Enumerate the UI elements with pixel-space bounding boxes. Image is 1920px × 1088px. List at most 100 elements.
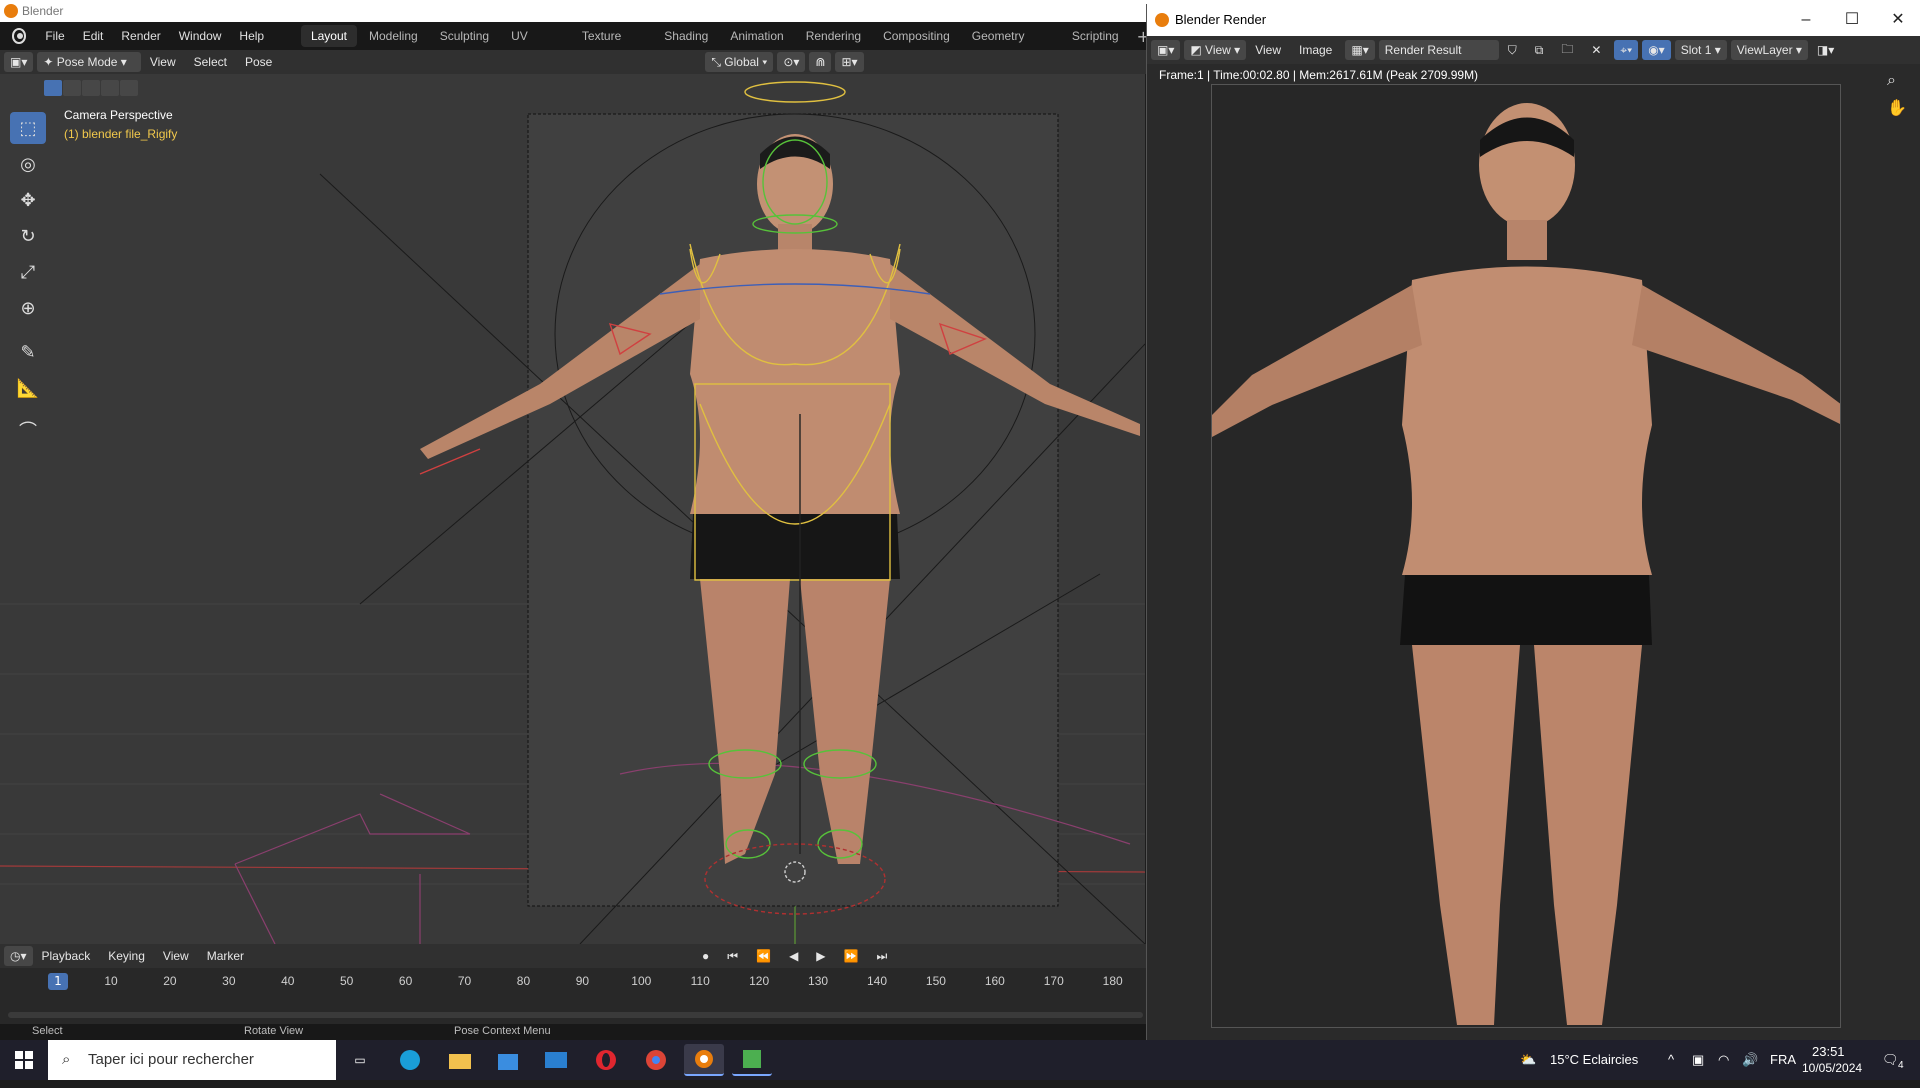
timeline-ruler[interactable]: 1 10 20 30 40 50 60 70 80 90 100 110 120 130 140 150 16… <box>0 968 1150 1024</box>
menu-select[interactable]: Select <box>185 55 236 69</box>
menu-render[interactable]: Render <box>112 29 169 43</box>
menu-file[interactable]: File <box>36 29 73 43</box>
bone-roll-icon[interactable]: ⌒ <box>10 414 46 446</box>
blender-render-taskbar-icon[interactable] <box>732 1044 772 1076</box>
image-name-field[interactable]: Render Result <box>1378 40 1499 60</box>
mode-dropdown[interactable]: ✦ Pose Mode ▾ <box>37 52 141 72</box>
tab-layout[interactable]: Layout <box>300 25 357 47</box>
language-indicator[interactable]: FRA <box>1770 1040 1796 1080</box>
menu-view[interactable]: View <box>141 55 185 69</box>
meet-now-icon[interactable]: ▣ <box>1692 1040 1704 1080</box>
tab-geometry-nodes[interactable]: Geometry Nodes <box>962 25 1060 65</box>
fake-user-icon[interactable]: ⛉ <box>1499 43 1526 58</box>
menu-playback[interactable]: Playback <box>33 949 100 963</box>
blender-taskbar-icon[interactable] <box>684 1044 724 1076</box>
close-icon[interactable]: ✕ <box>1875 4 1920 36</box>
pivot-dropdown[interactable]: ⊙▾ <box>777 52 806 72</box>
opera-icon[interactable] <box>586 1044 626 1076</box>
render-canvas[interactable]: ⌕ ✋ <box>1147 64 1920 1040</box>
tab-modeling[interactable]: Modeling <box>359 25 428 47</box>
notifications-icon[interactable]: 🗨 <box>1882 1040 1899 1080</box>
weather-text[interactable]: 15°C Eclaircies <box>1550 1040 1638 1080</box>
menu-marker[interactable]: Marker <box>198 949 253 963</box>
rotate-icon[interactable]: ↻ <box>10 220 46 252</box>
menu-image[interactable]: Image <box>1290 43 1341 57</box>
slot-dropdown[interactable]: Slot 1 ▾ <box>1674 40 1727 60</box>
editor-type-button[interactable]: ▣▾ <box>4 52 34 72</box>
minimize-icon[interactable]: – <box>1783 4 1829 36</box>
transform-orientation-dropdown[interactable]: ⤡ Global ▾ <box>705 52 774 72</box>
frame-tick: 80 <box>516 974 531 988</box>
tab-texture-paint[interactable]: Texture Paint <box>572 25 652 65</box>
snap-settings-dropdown[interactable]: ⊞▾ <box>835 52 864 72</box>
taskbar-search-input[interactable]: ⌕ Taper ici pour rechercher <box>48 1040 336 1080</box>
view-layer-label: ViewLayer <box>1736 43 1793 57</box>
view-mode-label: View <box>1205 43 1231 57</box>
frame-tick: 90 <box>575 974 590 988</box>
transform-icon[interactable]: ⊕ <box>10 292 46 324</box>
select-mode-buttons[interactable] <box>44 80 138 96</box>
blender-menu-icon[interactable] <box>12 28 27 44</box>
move-icon[interactable]: ✥ <box>10 184 46 216</box>
menu-window[interactable]: Window <box>170 29 231 43</box>
edge-icon[interactable] <box>390 1044 430 1076</box>
frame-tick: 30 <box>222 974 236 988</box>
menu-timeline-view[interactable]: View <box>154 949 198 963</box>
new-image-icon[interactable]: ⧉ <box>1526 43 1553 58</box>
snap-toggle[interactable]: ⋒ <box>809 52 832 72</box>
tray-expand-icon[interactable]: ^ <box>1668 1040 1674 1080</box>
record-icon[interactable]: ● <box>693 949 718 963</box>
open-image-icon[interactable]: 🗀 <box>1552 40 1582 61</box>
store-icon[interactable] <box>488 1044 528 1076</box>
tab-scripting[interactable]: Scripting <box>1062 25 1129 47</box>
chrome-icon[interactable] <box>636 1044 676 1076</box>
volume-icon[interactable]: 🔊 <box>1742 1040 1758 1080</box>
menu-edit[interactable]: Edit <box>74 29 113 43</box>
network-icon[interactable]: ◠ <box>1718 1040 1729 1080</box>
jump-end-icon[interactable]: ⏭ <box>867 949 896 964</box>
tab-rendering[interactable]: Rendering <box>796 25 871 47</box>
menu-help[interactable]: Help <box>230 29 273 43</box>
mail-icon[interactable] <box>536 1044 576 1076</box>
annotate-icon[interactable]: ✎ <box>10 336 46 368</box>
tab-uv-editing[interactable]: UV Editing <box>501 25 570 65</box>
clock-date[interactable]: 10/05/2024 <box>1802 1048 1862 1088</box>
cursor-icon[interactable]: ◎ <box>10 148 46 180</box>
image-editor-type[interactable]: ▣▾ <box>1151 40 1181 60</box>
display-channels-icon[interactable]: ◨▾ <box>1808 43 1843 57</box>
frame-tick: 70 <box>457 974 472 988</box>
task-view-icon[interactable]: ▭ <box>340 1044 380 1076</box>
3d-viewport[interactable]: Camera Perspective (1) blender file_Rigi… <box>0 74 1145 944</box>
tab-sculpting[interactable]: Sculpting <box>430 25 499 47</box>
measure-icon[interactable]: 📐 <box>10 372 46 404</box>
menu-image-view[interactable]: View <box>1246 43 1290 57</box>
timeline-editor-type[interactable]: ◷▾ <box>4 946 33 966</box>
windows-start-icon[interactable] <box>0 1040 48 1080</box>
scale-icon[interactable]: ⤢ <box>10 256 46 288</box>
select-box-icon[interactable]: ⬚ <box>10 112 46 144</box>
menu-keying[interactable]: Keying <box>99 949 154 963</box>
zoom-icon[interactable]: ⌕ <box>1887 70 1896 90</box>
jump-keyframe-back-icon[interactable]: ⏪ <box>747 949 780 963</box>
current-frame-indicator[interactable]: 1 <box>48 973 68 990</box>
view-mode-dropdown[interactable]: ◩ View ▾ <box>1184 40 1247 60</box>
timeline-scrollbar[interactable] <box>8 1012 1143 1018</box>
status-select: Select <box>32 1025 63 1037</box>
jump-keyframe-forward-icon[interactable]: ⏩ <box>835 949 868 963</box>
maximize-icon[interactable]: ☐ <box>1829 4 1875 36</box>
jump-start-icon[interactable]: ⏮ <box>718 949 747 964</box>
image-browse-button[interactable]: ▦▾ <box>1345 40 1375 60</box>
file-explorer-icon[interactable] <box>440 1044 480 1076</box>
play-reverse-icon[interactable]: ◀ <box>780 949 807 963</box>
view-layer-dropdown[interactable]: ViewLayer ▾ <box>1730 40 1808 60</box>
overlay-toggle[interactable]: ◉▾ <box>1642 40 1671 60</box>
menu-pose[interactable]: Pose <box>236 55 281 69</box>
gizmo-toggle[interactable]: ⌖▾ <box>1614 40 1639 60</box>
tab-shading[interactable]: Shading <box>654 25 718 47</box>
weather-icon[interactable]: ⛅ <box>1520 1040 1536 1080</box>
play-icon[interactable]: ▶ <box>807 949 834 963</box>
tab-animation[interactable]: Animation <box>720 25 793 47</box>
pan-hand-icon[interactable]: ✋ <box>1887 98 1907 117</box>
tab-compositing[interactable]: Compositing <box>873 25 960 47</box>
unlink-icon[interactable]: ✕ <box>1582 43 1610 57</box>
